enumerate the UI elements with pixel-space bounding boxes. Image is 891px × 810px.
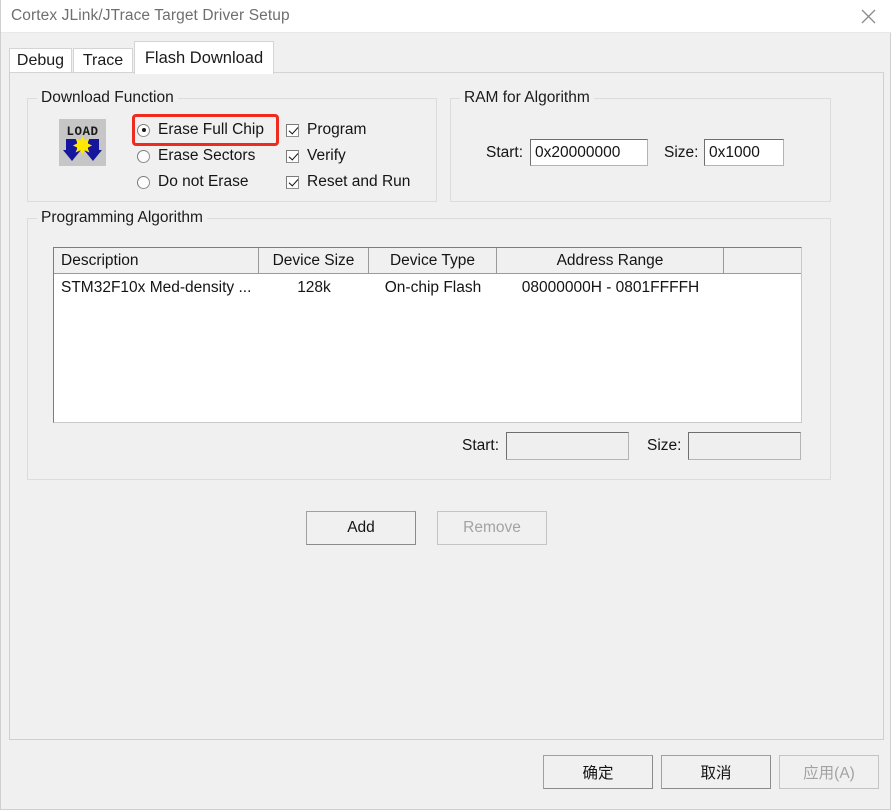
dialog-window: Cortex JLink/JTrace Target Driver Setup … — [0, 0, 891, 810]
programming-algorithm-group: Programming Algorithm Description Device… — [27, 209, 831, 480]
ram-for-algorithm-group: RAM for Algorithm Start: 0x20000000 Size… — [450, 89, 831, 202]
ram-for-algorithm-title: RAM for Algorithm — [460, 89, 594, 107]
tab-debug-label: Debug — [16, 51, 65, 69]
programming-algorithm-list[interactable]: Description Device Size Device Type Addr… — [53, 247, 802, 423]
tab-flash-download[interactable]: Flash Download — [134, 41, 274, 74]
cell-description: STM32F10x Med-density ... — [61, 279, 252, 296]
radio-erase-full-chip-label: Erase Full Chip — [158, 121, 264, 138]
table-header-row: Description Device Size Device Type Addr… — [54, 248, 801, 274]
ram-start-input[interactable]: 0x20000000 — [530, 139, 648, 166]
tab-flash-download-label: Flash Download — [144, 48, 264, 67]
algorithm-start-input[interactable] — [506, 432, 629, 460]
cell-device-type: On-chip Flash — [384, 279, 482, 296]
load-icon: LOAD — [59, 119, 106, 166]
ok-button[interactable]: 确定 — [543, 755, 653, 789]
tab-strip: Debug Trace Flash Download — [9, 40, 884, 74]
radio-erase-full-chip-indicator — [137, 123, 150, 137]
apply-button[interactable]: 应用(A) — [779, 755, 879, 789]
flash-download-panel: Download Function LOAD Erase Full Chip E… — [9, 72, 884, 740]
radio-do-not-erase-label: Do not Erase — [158, 173, 249, 190]
checkbox-program-indicator — [286, 123, 299, 137]
tab-trace[interactable]: Trace — [73, 48, 133, 73]
radio-erase-sectors-indicator — [137, 149, 150, 163]
ram-start-label: Start: — [486, 144, 524, 161]
checkbox-program[interactable]: Program — [286, 121, 366, 139]
remove-button[interactable]: Remove — [437, 511, 547, 545]
download-function-group: Download Function LOAD Erase Full Chip E… — [27, 89, 437, 202]
checkbox-reset-and-run-label: Reset and Run — [307, 173, 411, 190]
column-header-device-size[interactable]: Device Size — [259, 248, 369, 273]
radio-erase-sectors-label: Erase Sectors — [158, 147, 256, 164]
algorithm-size-input[interactable] — [688, 432, 801, 460]
column-header-device-type[interactable]: Device Type — [369, 248, 497, 273]
ram-size-label: Size: — [664, 144, 699, 161]
cancel-button[interactable]: 取消 — [661, 755, 771, 789]
checkbox-verify-indicator — [286, 149, 299, 163]
algorithm-size-label: Size: — [647, 437, 682, 454]
window-title: Cortex JLink/JTrace Target Driver Setup — [11, 7, 290, 24]
checkbox-verify-label: Verify — [307, 147, 346, 164]
column-header-description[interactable]: Description — [54, 248, 259, 273]
checkbox-reset-and-run[interactable]: Reset and Run — [286, 173, 410, 191]
checkbox-reset-and-run-indicator — [286, 175, 299, 189]
radio-erase-full-chip[interactable]: Erase Full Chip — [137, 121, 264, 139]
checkbox-program-label: Program — [307, 121, 367, 138]
tab-trace-label: Trace — [82, 51, 124, 69]
radio-do-not-erase[interactable]: Do not Erase — [137, 173, 248, 191]
tab-debug[interactable]: Debug — [9, 48, 72, 73]
radio-erase-sectors[interactable]: Erase Sectors — [137, 147, 255, 165]
add-button[interactable]: Add — [306, 511, 416, 545]
checkbox-verify[interactable]: Verify — [286, 147, 346, 165]
close-icon[interactable] — [845, 0, 891, 32]
column-header-extra[interactable] — [724, 248, 801, 273]
cell-address-range: 08000000H - 0801FFFFH — [521, 279, 700, 296]
title-bar: Cortex JLink/JTrace Target Driver Setup — [1, 0, 891, 33]
cell-device-size: 128k — [297, 279, 331, 296]
ram-size-input[interactable]: 0x1000 — [704, 139, 784, 166]
table-row[interactable]: STM32F10x Med-density ... 128k On-chip F… — [54, 274, 801, 302]
algorithm-start-label: Start: — [462, 437, 500, 454]
radio-do-not-erase-indicator — [137, 175, 150, 189]
programming-algorithm-title: Programming Algorithm — [37, 209, 207, 227]
download-function-title: Download Function — [37, 89, 178, 107]
column-header-address-range[interactable]: Address Range — [497, 248, 724, 273]
